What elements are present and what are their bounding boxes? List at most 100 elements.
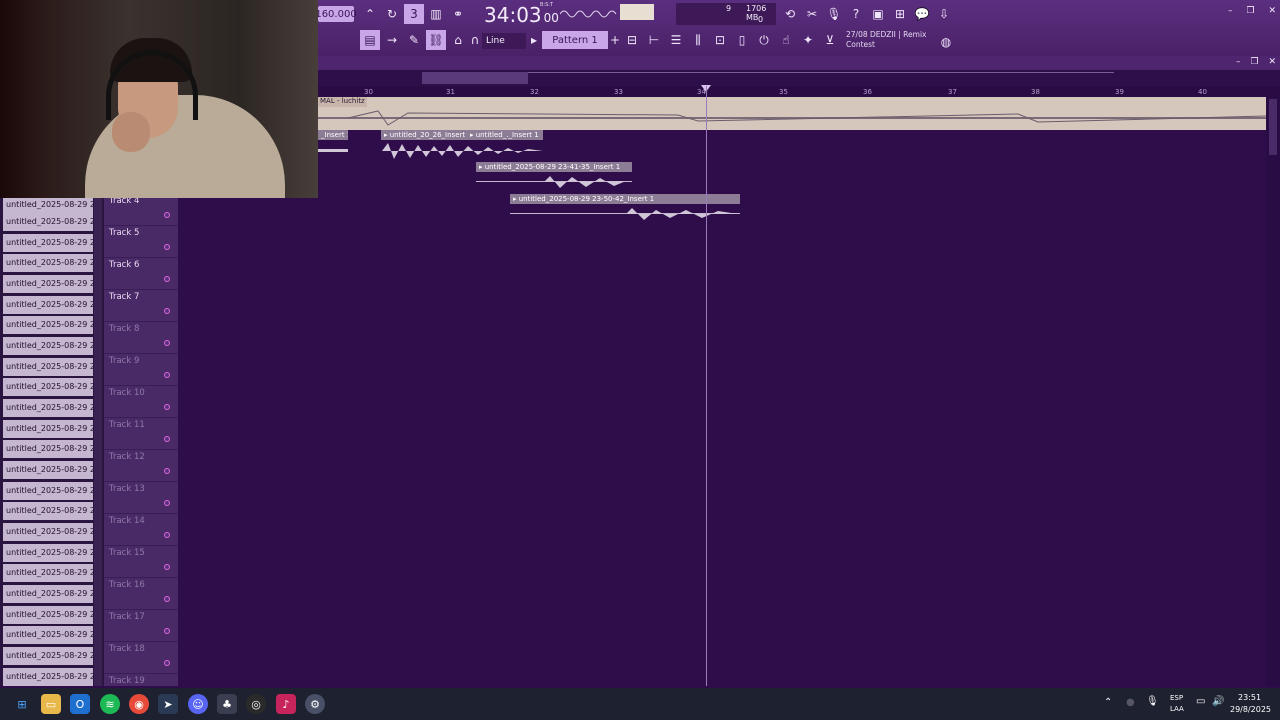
track-header[interactable]: Track 6 [104,258,178,290]
browser-item[interactable]: untitled_2025-08-29 23-... [3,196,93,214]
browser-item[interactable]: untitled_2025-08-29 23-... [3,337,93,355]
browser-item[interactable]: untitled_2025-08-29 23-... [3,606,93,624]
track-mute-icon[interactable] [164,244,170,250]
arrow-icon[interactable]: → [382,30,402,50]
minimize-icon[interactable]: – [1228,6,1233,20]
download-icon[interactable]: ⇩ [934,4,954,24]
track-mute-icon[interactable] [164,468,170,474]
file-icon[interactable]: ▯ [732,30,752,50]
browser-item[interactable]: untitled_2025-08-29 23-... [3,420,93,438]
track-header[interactable]: Track 4 [104,198,178,226]
track-mute-icon[interactable] [164,212,170,218]
metronome-icon[interactable]: ⌃ [360,4,380,24]
playlist-minimize-icon[interactable]: – [1236,57,1241,69]
channel-rack-icon[interactable]: ⊟ [622,30,642,50]
playlist-icon[interactable]: ▤ [360,30,380,50]
browser-item[interactable]: untitled_2025-08-29 23-... [3,254,93,272]
countdown-icon[interactable]: 3 [404,4,424,24]
news-panel[interactable]: 27/08 DEDZII | Remix Contest [846,30,942,52]
undo-icon[interactable]: ⟲ [780,4,800,24]
browser-icon[interactable]: ☰ [666,30,686,50]
pattern-select[interactable]: Pattern 1 [542,31,608,49]
track-mute-icon[interactable] [164,596,170,602]
browser-item[interactable]: untitled_2025-08-29 23-... [3,585,93,603]
restore-icon[interactable]: ❐ [1246,6,1254,20]
plug-icon[interactable]: ⏻ [754,30,774,50]
windows-start-icon[interactable]: ⊞ [12,694,32,714]
track-mute-icon[interactable] [164,340,170,346]
step-edit-icon[interactable]: ▥ [426,4,446,24]
tray-lang-1[interactable]: ESP [1170,694,1183,702]
track-header[interactable]: Track 9 [104,354,178,386]
help-icon[interactable]: ? [846,4,866,24]
clip-header[interactable]: ▸ untitled_2025-08-29 23-41-35_Insert 1 [476,162,632,172]
browser-item[interactable]: untitled_2025-08-29 23-... [3,668,93,686]
steam-icon[interactable]: ➤ [158,694,178,714]
browser-item[interactable]: untitled_2025-08-29 23-... [3,316,93,334]
mixer-faders-icon[interactable]: ⫼ [688,30,708,50]
timeline-ruler[interactable]: 30 31 32 33 34 35 36 37 38 39 40 [318,86,1280,97]
mixer-icon[interactable]: ⊞ [890,4,910,24]
add-pattern-icon[interactable]: + [608,30,622,50]
browser-scrollbar[interactable] [94,198,102,686]
browser-item[interactable]: untitled_2025-08-29 23-... [3,647,93,665]
track-header[interactable]: Track 8 [104,322,178,354]
browser-item[interactable]: untitled_2025-08-29 23-... [3,378,93,396]
browser-item[interactable]: untitled_2025-08-29 23-... [3,564,93,582]
draw-icon[interactable]: ✎ [404,30,424,50]
clock-time[interactable]: 23:51 [1238,693,1261,702]
audio-clip-main[interactable]: MAL - luchitz [318,97,1266,130]
track-header[interactable]: Track 5 [104,226,178,258]
discord-icon[interactable]: ☺ [188,694,208,714]
tempo-display[interactable]: 160.000 [315,6,357,22]
touch-icon[interactable]: ☝ [776,30,796,50]
plugin-icon[interactable]: ⊡ [710,30,730,50]
playlist-close-icon[interactable]: ✕ [1268,57,1276,69]
clip-header[interactable]: _Insert 1 [318,130,348,140]
play-mode-icon[interactable]: ▸ [528,30,540,50]
browser-item[interactable]: untitled_2025-08-29 23-... [3,544,93,562]
tray-chevron-icon[interactable]: ⌃ [1104,697,1112,708]
globe-icon[interactable]: ◍ [936,32,956,52]
wand-icon[interactable]: ✦ [798,30,818,50]
track-mute-icon[interactable] [164,628,170,634]
track-header[interactable]: Track 16 [104,578,178,610]
speaker-icon[interactable]: 🔊 [1212,696,1224,707]
track-header[interactable]: Track 15 [104,546,178,578]
snap-select[interactable]: Line [482,33,526,49]
track-mute-icon[interactable] [164,276,170,282]
track-header[interactable]: Track 11 [104,418,178,450]
spotify-icon[interactable]: ≋ [100,694,120,714]
browser-item[interactable]: untitled_2025-08-29 23-... [3,399,93,417]
master-volume[interactable] [620,4,654,20]
close-icon[interactable]: ✕ [1268,6,1276,20]
browser-item[interactable]: untitled_2025-08-29 23-... [3,626,93,644]
browser-item[interactable]: untitled_2025-08-29 23-... [3,523,93,541]
tray-lang-2[interactable]: LAA [1170,705,1184,713]
chrome-icon[interactable]: ◉ [129,694,149,714]
track-mute-icon[interactable] [164,532,170,538]
network-icon[interactable]: ▭ [1196,696,1205,707]
clip-header[interactable]: ▸ untitled_._Insert 1 [467,130,543,140]
browser-item[interactable]: untitled_2025-08-29 23-... [3,296,93,314]
track-header[interactable]: Track 10 [104,386,178,418]
obs-icon[interactable]: ◎ [246,694,266,714]
clip-header[interactable]: ▸ untitled_20_26_Insert 1 [381,130,467,140]
tray-app-icon[interactable]: ● [1126,697,1135,708]
track-header[interactable]: Track 7 [104,290,178,322]
loop-record-icon[interactable]: ↻ [382,4,402,24]
playlist-overview[interactable] [318,70,1280,86]
save-icon[interactable]: ▣ [868,4,888,24]
browser-item[interactable]: untitled_2025-08-29 23-... [3,213,93,231]
browser-item[interactable]: untitled_2025-08-29 23-... [3,358,93,376]
browser-item[interactable]: untitled_2025-08-29 23-... [3,502,93,520]
track-header[interactable]: Track 18 [104,642,178,674]
blend-icon[interactable]: ⚭ [448,4,468,24]
browser-item[interactable]: untitled_2025-08-29 23-... [3,275,93,293]
settings-gear-icon[interactable]: ⚙ [305,694,325,714]
tray-mic-icon[interactable]: 🎙 [1146,696,1159,707]
browser-item[interactable]: untitled_2025-08-29 23-... [3,234,93,252]
track-mute-icon[interactable] [164,564,170,570]
clock-date[interactable]: 29/8/2025 [1230,705,1271,714]
track-header[interactable]: Track 17 [104,610,178,642]
